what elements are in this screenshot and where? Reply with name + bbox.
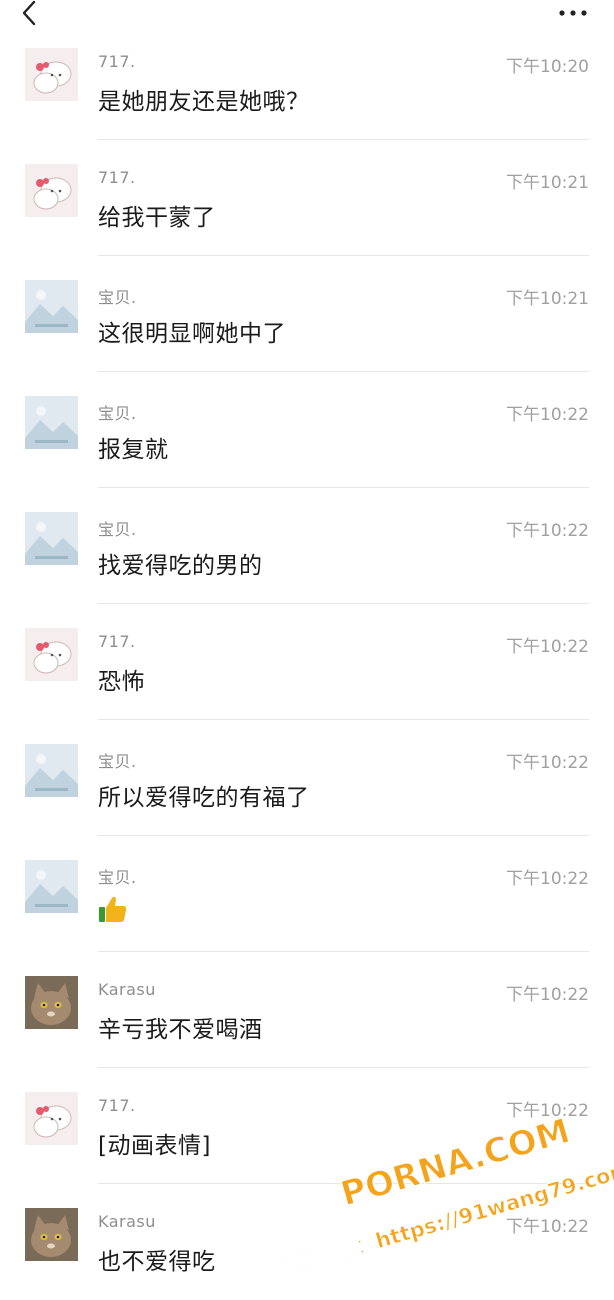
message-time: 下午10:22 xyxy=(506,753,589,773)
message-text: 辛亏我不爱喝酒 xyxy=(98,1017,263,1043)
chat-message[interactable]: 宝贝. 下午10:22 找爱得吃的男的 xyxy=(0,488,614,604)
chat-message[interactable]: 宝贝. 下午10:22 报复就 xyxy=(0,372,614,488)
chat-message[interactable]: 717. 下午10:22 [动画表情] xyxy=(0,1068,614,1184)
avatar[interactable] xyxy=(25,396,78,449)
chat-message[interactable]: 717. 下午10:21 给我干蒙了 xyxy=(0,140,614,256)
message-time: 下午10:22 xyxy=(506,1217,589,1237)
message-text: 这很明显啊她中了 xyxy=(98,321,286,347)
avatar[interactable] xyxy=(25,512,78,565)
chat-message[interactable]: 宝贝. 下午10:21 这很明显啊她中了 xyxy=(0,256,614,372)
sender-name: 宝贝. xyxy=(98,288,137,307)
message-time: 下午10:22 xyxy=(506,405,589,425)
sender-name: 717. xyxy=(98,632,136,651)
chat-message[interactable]: 717. 下午10:22 恐怖 xyxy=(0,604,614,720)
message-text: 给我干蒙了 xyxy=(98,205,216,231)
message-text: 所以爱得吃的有福了 xyxy=(98,785,310,811)
sender-name: 717. xyxy=(98,168,136,187)
message-time: 下午10:21 xyxy=(506,289,589,309)
avatar[interactable] xyxy=(25,976,78,1029)
avatar[interactable] xyxy=(25,164,78,217)
avatar[interactable] xyxy=(25,860,78,913)
chat-message[interactable]: 717. 下午10:20 是她朋友还是她哦？ xyxy=(0,24,614,140)
avatar[interactable] xyxy=(25,48,78,101)
chat-message[interactable]: Karasu 下午10:22 也不爱得吃 xyxy=(0,1184,614,1300)
avatar[interactable] xyxy=(25,628,78,681)
message-text: [动画表情] xyxy=(98,1133,211,1159)
avatar[interactable] xyxy=(25,280,78,333)
message-text: 是她朋友还是她哦？ xyxy=(98,89,310,115)
sender-name: Karasu xyxy=(98,1212,156,1231)
message-text: 报复就 xyxy=(98,437,169,463)
message-text: 也不爱得吃 xyxy=(98,1249,216,1275)
message-time: 下午10:22 xyxy=(506,869,589,889)
sender-name: Karasu xyxy=(98,980,156,999)
message-time: 下午10:22 xyxy=(506,985,589,1005)
sender-name: 宝贝. xyxy=(98,752,137,771)
message-time: 下午10:22 xyxy=(506,637,589,657)
more-dots-icon xyxy=(559,10,587,16)
avatar[interactable] xyxy=(25,1208,78,1261)
more-button[interactable] xyxy=(554,2,594,24)
chat-message[interactable]: 宝贝. 下午10:22 所以爱得吃的有福了 xyxy=(0,720,614,836)
message-time: 下午10:22 xyxy=(506,1101,589,1121)
message-text: 恐怖 xyxy=(98,669,145,695)
message-time: 下午10:20 xyxy=(506,57,589,77)
chat-message[interactable]: 宝贝. 下午10:22 xyxy=(0,836,614,952)
sender-name: 宝贝. xyxy=(98,520,137,539)
chat-message[interactable]: Karasu 下午10:22 辛亏我不爱喝酒 xyxy=(0,952,614,1068)
message-time: 下午10:21 xyxy=(506,173,589,193)
avatar[interactable] xyxy=(25,744,78,797)
sender-name: 717. xyxy=(98,52,136,71)
message-time: 下午10:22 xyxy=(506,521,589,541)
sender-name: 宝贝. xyxy=(98,404,137,423)
sender-name: 宝贝. xyxy=(98,868,137,887)
message-text: 找爱得吃的男的 xyxy=(98,553,263,579)
thumbs-up-icon xyxy=(98,894,128,930)
sender-name: 717. xyxy=(98,1096,136,1115)
avatar[interactable] xyxy=(25,1092,78,1145)
